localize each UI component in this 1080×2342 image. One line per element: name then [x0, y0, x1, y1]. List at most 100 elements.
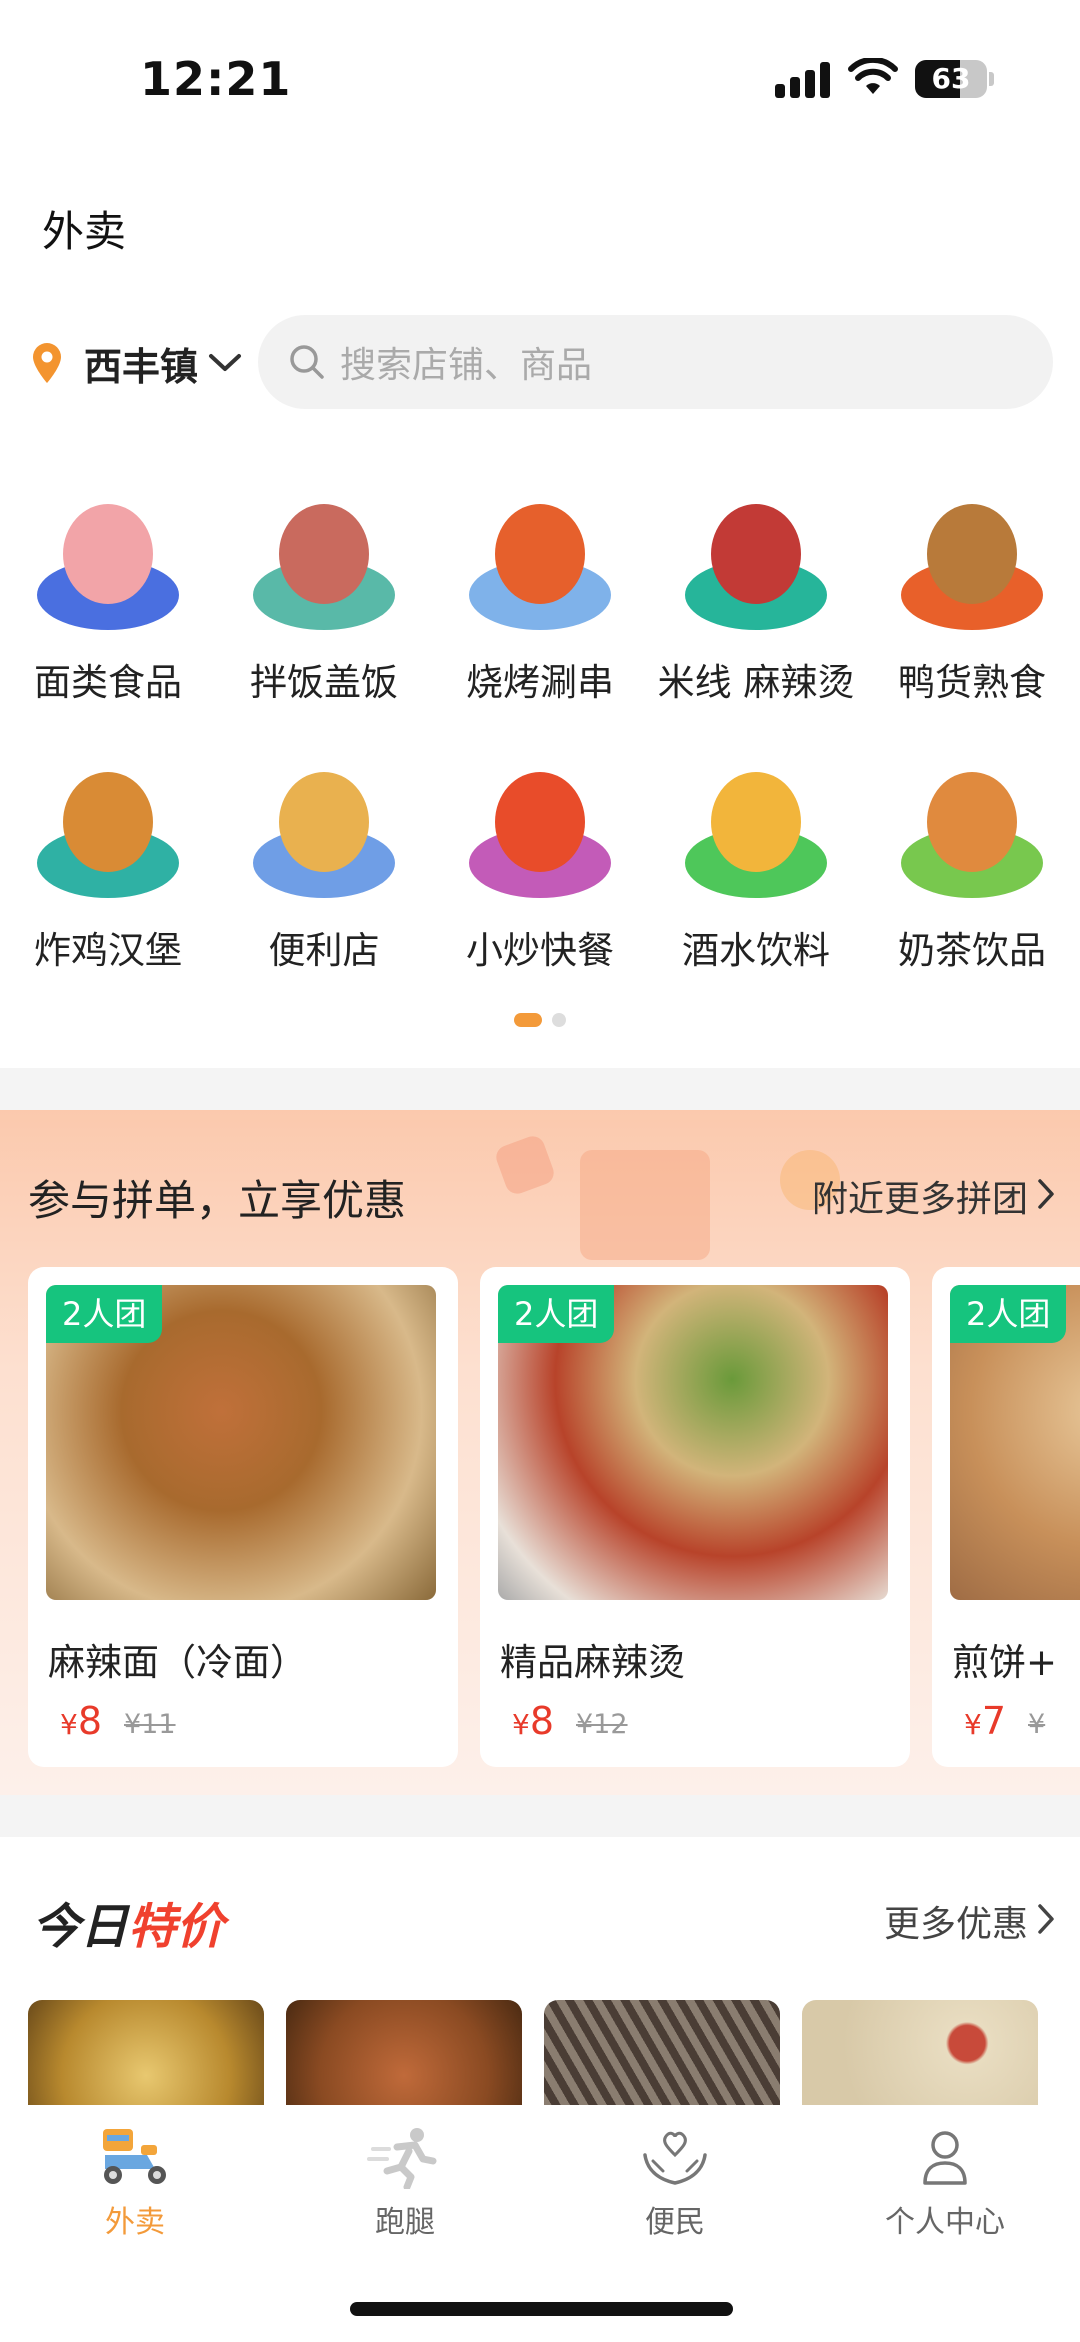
skewer-icon — [465, 490, 615, 640]
coupon-decoration — [492, 1132, 558, 1198]
category-milk-tea[interactable]: 奶茶饮品 — [864, 758, 1080, 1026]
chevron-right-icon[interactable] — [1036, 1178, 1056, 1210]
more-deals-link[interactable]: 更多优惠 — [884, 1895, 1028, 1947]
food — [279, 772, 369, 872]
category-noodles[interactable]: 面类食品 — [0, 490, 216, 758]
category-burger[interactable]: 炸鸡汉堡 — [0, 758, 216, 1026]
category-pager[interactable] — [0, 1013, 1080, 1027]
section-divider — [0, 1068, 1080, 1110]
search-input[interactable]: 搜索店铺、商品 — [258, 315, 1053, 409]
location-selector[interactable]: 西丰镇 — [32, 335, 242, 391]
category-bbq[interactable]: 烧烤涮串 — [432, 490, 648, 758]
group-buy-cards: 2人团 麻辣面（冷面） ¥8 ¥11 2人团 精品麻辣烫 ¥8 ¥12 2人团 … — [28, 1267, 1080, 1767]
battery-icon: 63 — [915, 60, 987, 98]
original-price: ¥12 — [576, 1709, 628, 1740]
group-buy-card[interactable]: 2人团 煎饼+ ¥7 ¥ — [932, 1267, 1080, 1767]
section-divider — [0, 1795, 1080, 1837]
today-title-highlight: 特价 — [128, 1899, 225, 1955]
category-label: 米线 麻辣烫 — [657, 661, 855, 704]
currency-symbol: ¥ — [512, 1708, 530, 1741]
user-icon — [923, 2131, 967, 2185]
group-buy-more-link[interactable]: 附近更多拼团 — [812, 1170, 1028, 1222]
heart-hands-icon — [643, 2131, 707, 2185]
food — [927, 772, 1017, 872]
pager-dot — [552, 1013, 566, 1027]
wifi-icon — [848, 58, 898, 94]
tab-profile[interactable]: 个人中心 — [810, 2125, 1080, 2241]
duck-dish-icon — [897, 490, 1047, 640]
group-buy-card[interactable]: 2人团 麻辣面（冷面） ¥8 ¥11 — [28, 1267, 458, 1767]
product-price: ¥7 — [964, 1699, 1006, 1743]
original-price: ¥11 — [124, 1709, 176, 1740]
tab-services[interactable]: 便民 — [540, 2125, 810, 2241]
category-label: 小炒快餐 — [466, 929, 614, 972]
tab-label: 外卖 — [105, 2205, 165, 2240]
location-label: 西丰镇 — [84, 344, 199, 389]
battery-level: 63 — [931, 62, 971, 95]
product-name: 煎饼+ — [952, 1641, 1058, 1684]
category-duck[interactable]: 鸭货熟食 — [864, 490, 1080, 758]
tab-errand[interactable]: 跑腿 — [270, 2125, 540, 2241]
category-label: 酒水饮料 — [682, 929, 830, 972]
product-price: ¥8 — [60, 1699, 102, 1743]
rice-bowl-icon — [249, 490, 399, 640]
food — [279, 504, 369, 604]
group-buy-card[interactable]: 2人团 精品麻辣烫 ¥8 ¥12 — [480, 1267, 910, 1767]
currency-symbol: ¥ — [60, 1708, 78, 1741]
pager-dot-active — [514, 1013, 542, 1027]
chevron-right-icon[interactable] — [1036, 1903, 1056, 1935]
category-row: 炸鸡汉堡 便利店 小炒快餐 酒水饮料 奶茶饮品 — [0, 758, 1080, 1026]
original-price: ¥ — [1028, 1709, 1046, 1740]
hotpot-icon — [681, 490, 831, 640]
category-row: 面类食品 拌饭盖饭 烧烤涮串 米线 麻辣烫 鸭货熟食 — [0, 490, 1080, 758]
group-size-badge: 2人团 — [46, 1285, 163, 1343]
gift-decoration — [580, 1150, 710, 1260]
category-label: 拌饭盖饭 — [250, 661, 398, 704]
category-label: 烧烤涮串 — [466, 661, 614, 704]
category-label: 面类食品 — [34, 661, 182, 704]
food — [495, 504, 585, 604]
tab-label: 便民 — [645, 2205, 705, 2240]
category-stir-fry[interactable]: 小炒快餐 — [432, 758, 648, 1026]
category-rice-bowl[interactable]: 拌饭盖饭 — [216, 490, 432, 758]
category-rice-noodle[interactable]: 米线 麻辣烫 — [648, 490, 864, 758]
group-size-badge: 2人团 — [498, 1285, 615, 1343]
today-title-prefix: 今日 — [32, 1899, 129, 1955]
category-drinks[interactable]: 酒水饮料 — [648, 758, 864, 1026]
search-icon — [290, 345, 324, 379]
chevron-down-icon — [209, 354, 242, 371]
scooter-icon — [103, 2129, 166, 2184]
beer-icon — [681, 758, 831, 908]
food — [63, 772, 153, 872]
group-buy-title: 参与拼单，立享优惠 — [28, 1176, 407, 1225]
food — [495, 772, 585, 872]
price-value: 8 — [529, 1699, 555, 1743]
category-label: 奶茶饮品 — [898, 929, 1046, 972]
burger-icon — [33, 758, 183, 908]
tab-takeout[interactable]: 外卖 — [0, 2125, 270, 2241]
today-special-list — [28, 2000, 1038, 2108]
food — [711, 772, 801, 872]
special-item-image[interactable] — [802, 2000, 1038, 2108]
special-item-image[interactable] — [28, 2000, 264, 2108]
tea-cup-icon — [897, 758, 1047, 908]
product-price: ¥8 — [512, 1699, 554, 1743]
tab-label: 跑腿 — [375, 2205, 435, 2240]
today-special-title: 今日特价 — [32, 1887, 224, 1957]
food — [927, 504, 1017, 604]
status-time: 12:21 — [140, 52, 292, 106]
group-size-badge: 2人团 — [950, 1285, 1067, 1343]
special-item-image[interactable] — [286, 2000, 522, 2108]
search-placeholder: 搜索店铺、商品 — [340, 345, 593, 386]
basket-icon — [249, 758, 399, 908]
special-item-image[interactable] — [544, 2000, 780, 2108]
running-icon — [367, 2128, 437, 2189]
category-convenience[interactable]: 便利店 — [216, 758, 432, 1026]
tab-label: 个人中心 — [885, 2205, 1005, 2240]
group-buy-section: 参与拼单，立享优惠 附近更多拼团 2人团 麻辣面（冷面） ¥8 ¥11 2人团 … — [0, 1110, 1080, 1795]
stir-fry-icon — [465, 758, 615, 908]
battery-tip — [989, 72, 994, 86]
cellular-signal-icon — [775, 62, 831, 98]
category-grid: 面类食品 拌饭盖饭 烧烤涮串 米线 麻辣烫 鸭货熟食 炸鸡汉堡 便利店 小炒快餐… — [0, 490, 1080, 1026]
category-label: 炸鸡汉堡 — [34, 929, 182, 972]
